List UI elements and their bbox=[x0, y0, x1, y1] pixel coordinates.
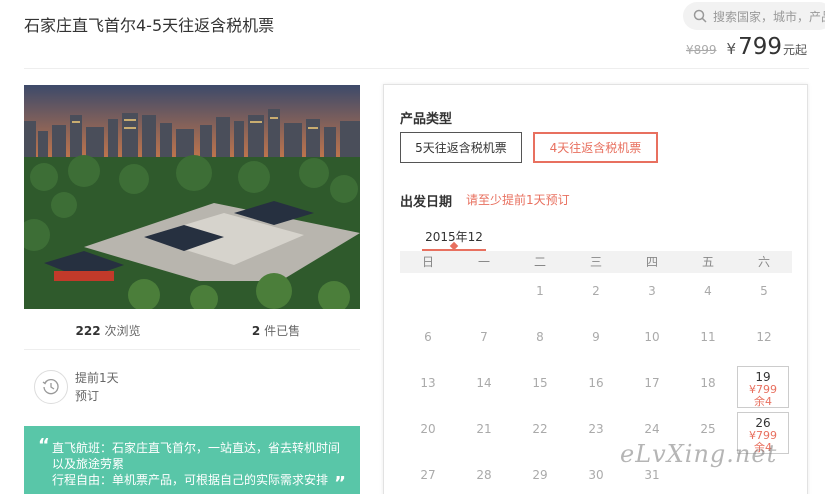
price-unit: 元起 bbox=[782, 43, 807, 57]
calendar-day: 22 bbox=[532, 422, 548, 436]
advance-days: 提前1天 bbox=[75, 371, 119, 385]
advance-label: 预订 bbox=[75, 389, 100, 403]
calendar-day: 11 bbox=[700, 330, 716, 344]
calendar-day: 23 bbox=[588, 422, 604, 436]
sold-count: 2 bbox=[251, 324, 261, 338]
calendar-day: 16 bbox=[588, 376, 604, 390]
calendar-day: 14 bbox=[476, 376, 492, 390]
calendar-day: 29 bbox=[532, 468, 548, 482]
calendar-day: 2 bbox=[592, 284, 600, 298]
day-number: 19 bbox=[755, 370, 771, 384]
views-label: 次浏览 bbox=[104, 324, 141, 338]
open-quote-icon: “ bbox=[38, 435, 50, 456]
price-block: ¥899 ¥ 799 元起 bbox=[686, 34, 807, 60]
product-photo bbox=[24, 85, 360, 309]
calendar-day: 15 bbox=[532, 376, 548, 390]
clock-icon bbox=[34, 370, 68, 404]
weekday-sun: 日 bbox=[421, 255, 434, 269]
weekday-tue: 二 bbox=[533, 255, 546, 269]
calendar-day: 8 bbox=[536, 330, 544, 344]
views-stat: 222 次浏览 bbox=[24, 322, 192, 339]
page-title: 石家庄直飞首尔4-5天往返含税机票 bbox=[24, 16, 275, 35]
option-4-day-label: 4天往返含税机票 bbox=[549, 141, 642, 155]
calendar-day: 13 bbox=[420, 376, 436, 390]
old-price: ¥899 bbox=[685, 43, 717, 57]
watermark: eLvXing.net bbox=[620, 440, 778, 468]
stats-divider bbox=[24, 349, 360, 350]
calendar-day: 18 bbox=[700, 376, 716, 390]
search-icon bbox=[693, 9, 707, 23]
calendar-day: 17 bbox=[644, 376, 660, 390]
calendar-day: 5 bbox=[760, 284, 768, 298]
date-hint: 请至少提前1天预订 bbox=[466, 193, 570, 207]
weekday-wed: 三 bbox=[589, 255, 602, 269]
option-4-day-button[interactable]: 4天往返含税机票 bbox=[533, 132, 658, 163]
weekday-mon: 一 bbox=[477, 255, 490, 269]
highlight-1: 直飞航班：石家庄直飞首尔，一站直达，省去转机时间以及旅途劳累 bbox=[52, 441, 341, 471]
calendar-day: 28 bbox=[476, 468, 492, 482]
calendar-day: 21 bbox=[476, 422, 492, 436]
calendar-day: 20 bbox=[420, 422, 436, 436]
calendar-day: 31 bbox=[644, 468, 660, 482]
calendar-day: 25 bbox=[700, 422, 716, 436]
calendar-day: 12 bbox=[756, 330, 772, 344]
current-price: 799 bbox=[738, 34, 782, 60]
calendar-day: 10 bbox=[644, 330, 660, 344]
weekday-sat: 六 bbox=[757, 255, 770, 269]
calendar-day: 3 bbox=[648, 284, 656, 298]
views-count: 222 bbox=[75, 324, 101, 338]
departure-date-label: 出发日期 bbox=[400, 195, 453, 210]
calendar-day-available[interactable]: 19 ¥799 余4 bbox=[737, 366, 789, 408]
day-remaining: 余4 bbox=[754, 395, 772, 408]
weekday-header: 日 一 二 三 四 五 六 bbox=[400, 251, 792, 273]
calendar-day: 9 bbox=[592, 330, 600, 344]
weekday-thu: 四 bbox=[645, 255, 658, 269]
booking-panel: 产品类型 5天往返含税机票 4天往返含税机票 出发日期 请至少提前1天预订 20… bbox=[383, 84, 808, 494]
calendar-day: 7 bbox=[480, 330, 488, 344]
option-5-day-label: 5天往返含税机票 bbox=[415, 141, 507, 155]
search-box[interactable]: 搜索国家，城市，产品 bbox=[683, 2, 825, 30]
calendar-day: 24 bbox=[644, 422, 660, 436]
close-quote-icon: ” bbox=[334, 473, 346, 494]
calendar-day: 30 bbox=[588, 468, 604, 482]
highlight-2: 行程自由：单机票产品，可根据自己的实际需求安排 bbox=[52, 473, 329, 487]
weekday-fri: 五 bbox=[701, 255, 714, 269]
currency-symbol: ¥ bbox=[726, 40, 737, 58]
stats-row: 222 次浏览 2 件已售 bbox=[24, 322, 360, 339]
advance-booking-info: 提前1天 预订 bbox=[34, 369, 119, 405]
header-divider bbox=[24, 68, 809, 69]
sold-stat: 2 件已售 bbox=[192, 322, 360, 339]
calendar-day: 6 bbox=[424, 330, 432, 344]
calendar-day: 27 bbox=[420, 468, 436, 482]
search-placeholder: 搜索国家，城市，产品 bbox=[713, 9, 825, 24]
calendar-day: 1 bbox=[536, 284, 544, 298]
highlights-box: “ 直飞航班：石家庄直飞首尔，一站直达，省去转机时间以及旅途劳累 行程自由：单机… bbox=[24, 426, 360, 494]
day-number: 26 bbox=[755, 416, 771, 430]
option-5-day-button[interactable]: 5天往返含税机票 bbox=[400, 132, 522, 163]
calendar-day: 4 bbox=[704, 284, 712, 298]
product-type-label: 产品类型 bbox=[400, 112, 453, 127]
sold-label: 件已售 bbox=[264, 324, 301, 338]
